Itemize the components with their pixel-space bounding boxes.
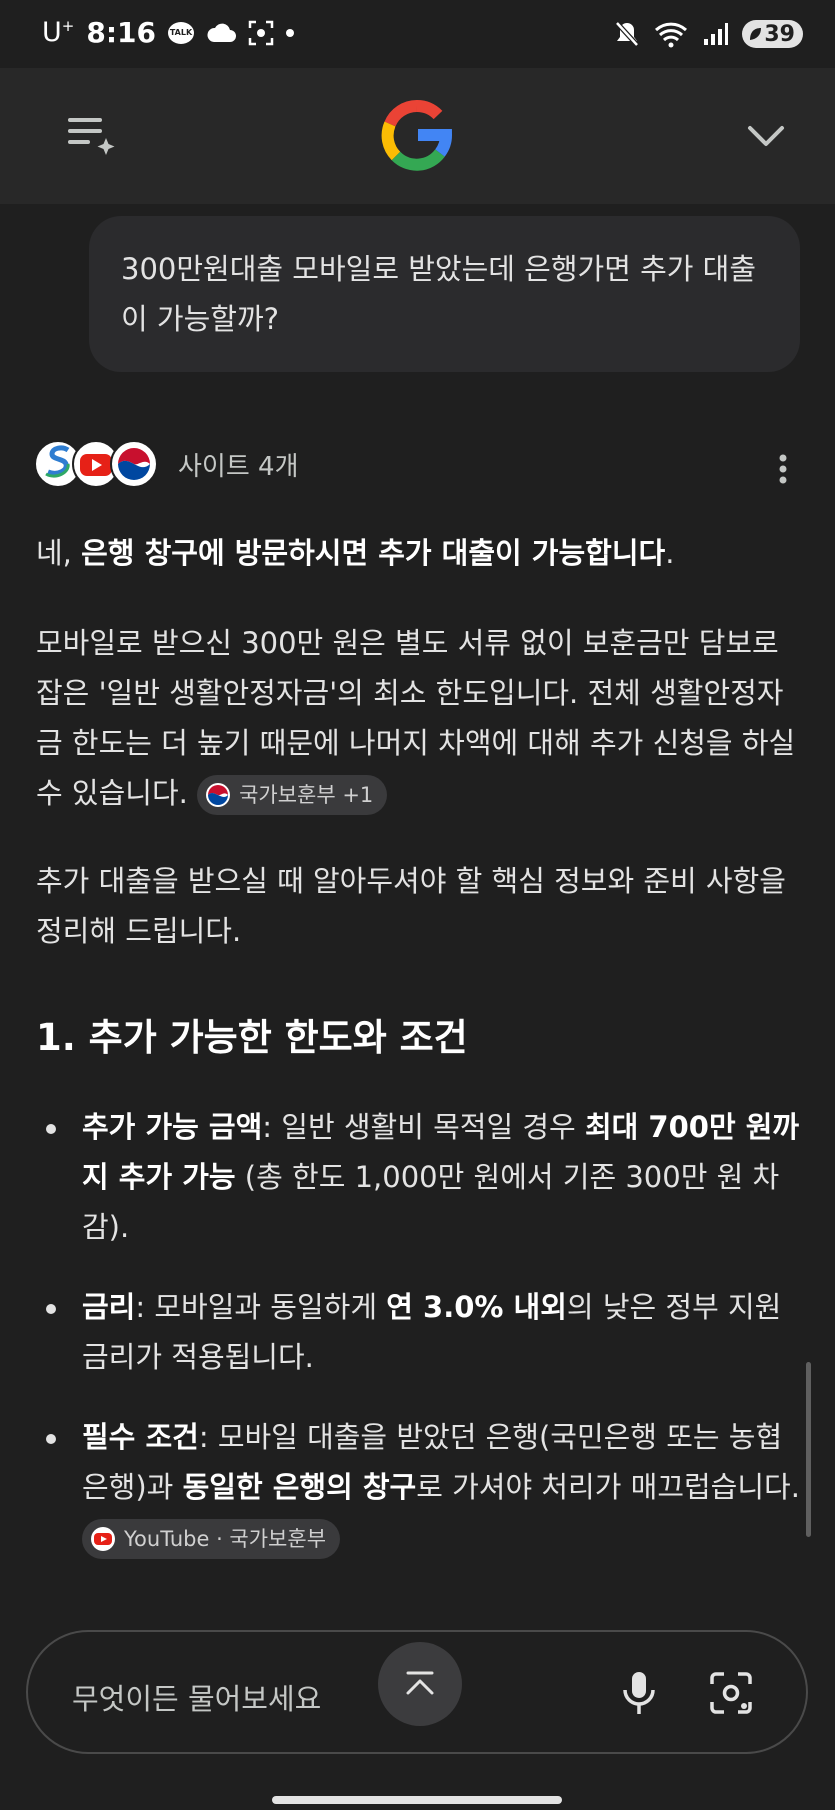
chevron-down-icon[interactable] [744,114,788,158]
carrier-name: U [42,17,62,48]
bullet-emphasis: 연 3.0% 내외 [386,1290,567,1324]
status-bar: U+ 8:16 TALK 39 [0,0,835,68]
bullet-text: : 일반 생활비 목적일 경우 [262,1110,585,1144]
top-app-bar [0,68,835,204]
home-indicator[interactable] [272,1796,562,1804]
bullet-term: 금리 [82,1290,136,1324]
bullet-term: 추가 가능 금액 [82,1110,263,1144]
mute-icon [615,21,640,47]
notification-dot [286,28,294,37]
list-item: 추가 가능 금액: 일반 생활비 목적일 경우 최대 700만 원까지 추가 가… [36,1102,806,1252]
bullet-text: 로 가셔야 처리가 매끄럽습니다. [416,1470,800,1504]
scrollbar[interactable] [806,1362,811,1537]
list-item: 금리: 모바일과 동일하게 연 3.0% 내외의 낮은 정부 지원 금리가 적용… [36,1282,806,1382]
bullet-text: : 모바일과 동일하게 [135,1290,387,1324]
status-time: 8:16 [86,16,156,49]
user-query-bubble: 300만원대출 모바일로 받았는데 은행가면 추가 대출이 가능할까? [89,216,800,372]
status-left: U+ 8:16 TALK [42,16,294,49]
list-item: 필수 조건: 모바일 대출을 받았던 은행(국민은행 또는 농협은행)과 동일한… [36,1412,806,1562]
expand-up-button[interactable] [378,1642,462,1726]
intro-prefix: 네, [36,536,82,570]
paragraph-1-text: 모바일로 받으신 300만 원은 별도 서류 없이 보훈금만 담보로 잡은 '일… [36,626,796,810]
citation-chip-label: 국가보훈부 +1 [239,783,374,807]
carrier-plus: + [61,17,75,35]
screenshot-icon [248,20,274,45]
microphone-icon[interactable] [620,1670,658,1716]
citation-chip-youtube[interactable]: YouTube · 국가보훈부 [82,1519,341,1559]
section-heading: 1. 추가 가능한 한도와 조건 [36,1016,468,1059]
sources-row[interactable]: 사이트 4개 [34,440,299,488]
conditions-list: 추가 가능 금액: 일반 생활비 목적일 경우 최대 700만 원까지 추가 가… [36,1102,806,1562]
wifi-icon [655,22,688,48]
more-options-icon[interactable] [779,454,787,484]
sources-count: 사이트 4개 [178,451,299,482]
signal-icon [704,23,729,45]
camera-lens-icon[interactable] [708,1670,754,1716]
cloud-icon [207,23,236,42]
answer-intro: 네, 은행 창구에 방문하시면 추가 대출이 가능합니다. [36,528,806,578]
ai-response: 네, 은행 창구에 방문하시면 추가 대출이 가능합니다. 모바일로 받으신 3… [36,520,806,1562]
mpva-source-icon [110,440,158,488]
status-right: 39 [614,20,803,48]
youtube-chip-icon [91,1527,115,1551]
chevron-up-icon [406,1671,434,1695]
mpva-chip-icon [206,783,231,807]
citation-chip-label: YouTube · 국가보훈부 [124,1527,327,1551]
battery-indicator: 39 [742,20,803,48]
leaf-icon [750,28,762,40]
battery-level: 39 [764,21,795,47]
google-logo-icon[interactable] [380,98,454,172]
answer-paragraph-2: 추가 대출을 받으실 때 알아두셔야 할 핵심 정보와 준비 사항을 정리해 드… [36,864,786,948]
intro-suffix: . [665,536,675,570]
citation-chip-mpva[interactable]: 국가보훈부 +1 [197,775,388,815]
carrier-label: U+ [42,17,74,48]
talk-notification-icon: TALK [168,21,194,44]
conversation-list-icon[interactable] [66,114,116,158]
bullet-emphasis: 동일한 은행의 창구 [182,1470,417,1504]
prompt-input-box[interactable]: 무엇이든 물어보세요 [26,1630,808,1754]
prompt-input-placeholder[interactable]: 무엇이든 물어보세요 [72,1676,321,1718]
intro-bold: 은행 창구에 방문하시면 추가 대출이 가능합니다 [81,536,666,570]
bullet-term: 필수 조건 [82,1420,199,1454]
answer-paragraph-1: 모바일로 받으신 300만 원은 별도 서류 없이 보훈금만 담보로 잡은 '일… [36,618,806,818]
